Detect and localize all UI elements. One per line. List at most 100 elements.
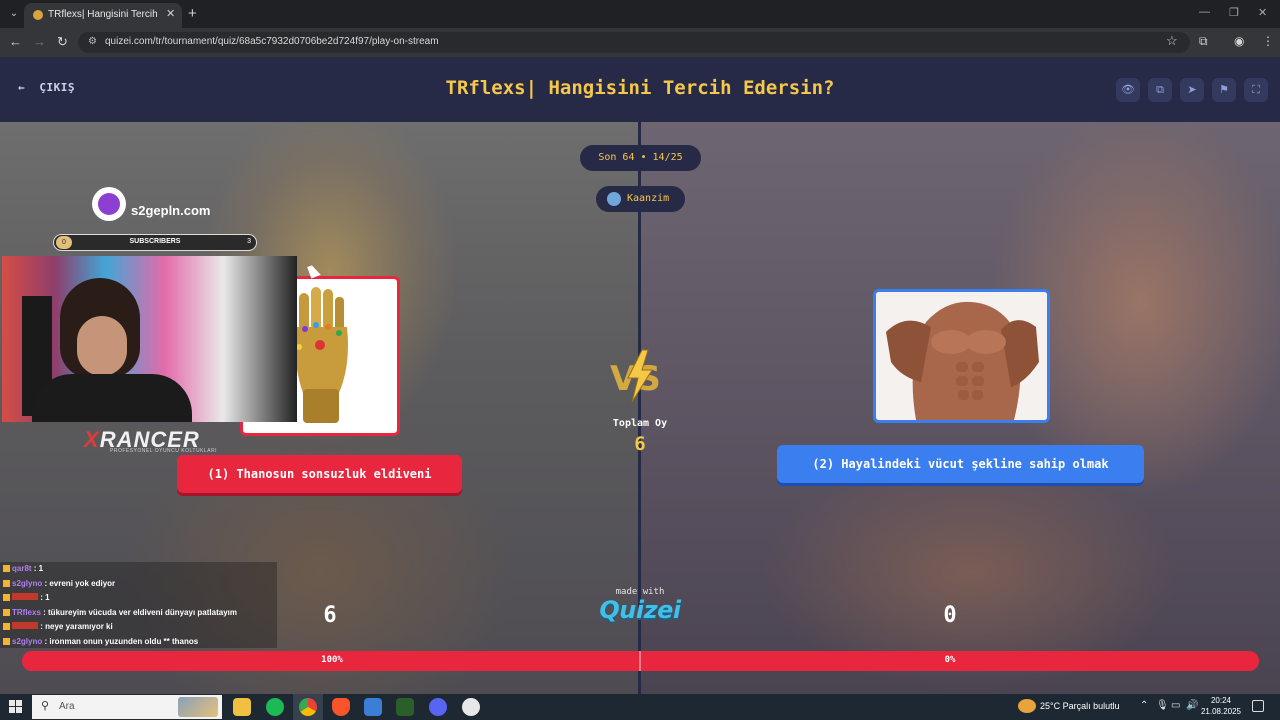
clock-date[interactable]: 21.08.2025 bbox=[1199, 707, 1243, 716]
chat-badge-icon bbox=[3, 608, 10, 616]
chat-message: : 1 bbox=[3, 593, 50, 607]
discord-icon[interactable] bbox=[429, 698, 447, 716]
option-right-label[interactable]: (2) Hayalindeki vücut şekline sahip olma… bbox=[777, 445, 1144, 483]
stream-chat: qar8t : 1 s2glyno : evreni yok ediyor : 1… bbox=[0, 562, 277, 648]
stream-logo-icon bbox=[92, 187, 126, 221]
chat-badge-icon bbox=[3, 565, 10, 572]
reload-icon[interactable]: ↻ bbox=[57, 34, 68, 50]
favicon-icon bbox=[33, 10, 43, 20]
chat-badge-icon bbox=[3, 594, 10, 601]
flag-icon[interactable]: ⚑ bbox=[1212, 78, 1236, 102]
torso-image bbox=[876, 292, 1047, 420]
option-left-label[interactable]: (1) Thanosun sonsuzluk eldiveni bbox=[177, 455, 462, 493]
chat-text: : ironman onun yuzunden oldu ** thanos bbox=[42, 636, 199, 646]
bookmark-star-icon[interactable]: ☆ bbox=[1166, 33, 1178, 49]
username: Kaanzim bbox=[627, 193, 670, 204]
send-icon[interactable]: ➤ bbox=[1180, 78, 1204, 102]
webcam-feed bbox=[2, 256, 297, 422]
tab-search-icon[interactable]: ⌄ bbox=[6, 6, 22, 22]
chat-text: : 1 bbox=[38, 593, 50, 602]
subscriber-goal-max: 3 bbox=[247, 238, 251, 245]
option-left-score: 6 bbox=[323, 603, 337, 628]
app-icon-green[interactable] bbox=[396, 698, 414, 716]
tray-chevron-icon[interactable]: ⌃ bbox=[1140, 700, 1148, 711]
file-explorer-icon[interactable] bbox=[233, 698, 251, 716]
round-badge: Son 64 • 14/25 bbox=[580, 145, 701, 171]
eye-icon[interactable]: 👁 bbox=[1116, 78, 1140, 102]
total-votes-value: 6 bbox=[634, 433, 646, 455]
option-right-score: 0 bbox=[943, 603, 957, 628]
stream-site-name: s2gepln.com bbox=[131, 203, 211, 218]
notification-icon[interactable] bbox=[1252, 700, 1264, 712]
chat-username: s2glyno bbox=[12, 578, 43, 588]
forward-icon[interactable]: → bbox=[33, 34, 46, 49]
chat-message: s2glyno : evreni yok ediyor bbox=[3, 579, 115, 593]
chat-badge-icon bbox=[3, 637, 10, 645]
minimize-icon[interactable]: — bbox=[1199, 6, 1210, 18]
fullscreen-icon[interactable]: ⛶ bbox=[1244, 78, 1268, 102]
menu-icon[interactable]: ⋮ bbox=[1262, 34, 1274, 48]
chat-message: TRflexs : tükureyim vücuda ver eldiveni … bbox=[3, 608, 237, 622]
search-highlight-image bbox=[178, 697, 218, 717]
maximize-icon[interactable]: ❐ bbox=[1229, 6, 1239, 19]
page-title: TRflexs| Hangisini Tercih Edersin? bbox=[445, 77, 835, 99]
sponsor-tagline: PROFESYONEL OYUNCU KOLTUKLARI bbox=[110, 448, 218, 454]
copy-icon[interactable]: ⧉ bbox=[1148, 78, 1172, 102]
chat-message: qar8t : 1 bbox=[3, 564, 43, 578]
subscriber-goal-label: SUBSCRIBERS bbox=[129, 238, 181, 245]
chat-username: TRflexs bbox=[12, 607, 41, 617]
address-bar[interactable]: ⚙ quizei.com/tr/tournament/quiz/68a5c793… bbox=[78, 32, 1190, 53]
globe-icon bbox=[607, 192, 621, 206]
total-votes-label: Toplam Oy bbox=[612, 418, 668, 429]
chrome-icon[interactable] bbox=[299, 698, 317, 716]
clock-time[interactable]: 20:24 bbox=[1201, 696, 1241, 705]
chat-username bbox=[12, 622, 38, 629]
network-icon[interactable]: ▭ bbox=[1171, 700, 1180, 711]
browser-toolbar: ← → ↻ ⚙ quizei.com/tr/tournament/quiz/68… bbox=[0, 28, 1280, 57]
chat-message: s2glyno : ironman onun yuzunden oldu ** … bbox=[3, 637, 198, 651]
tab-close-icon[interactable]: ✕ bbox=[166, 7, 175, 20]
browser-tab[interactable]: TRflexs| Hangisini Tercih Edersin ✕ bbox=[24, 3, 182, 28]
search-icon: ⚲ bbox=[41, 700, 50, 712]
chat-message: : neye yaramıyor ki bbox=[3, 622, 113, 636]
chat-text: : neye yaramıyor ki bbox=[38, 622, 113, 631]
chat-text: : tükureyim vücuda ver eldiveni dünyayı … bbox=[40, 607, 237, 617]
subscriber-goal-bar: 0 SUBSCRIBERS 3 bbox=[53, 234, 257, 251]
chat-username: s2glyno bbox=[12, 636, 43, 646]
quizei-logo[interactable]: Quizei bbox=[590, 596, 690, 624]
app-icon-blue[interactable] bbox=[364, 698, 382, 716]
profile-icon[interactable]: ◉ bbox=[1234, 34, 1244, 48]
back-icon[interactable]: ← bbox=[9, 34, 22, 49]
progress-left-percent: 100% bbox=[321, 655, 343, 665]
chat-username: qar8t bbox=[12, 564, 32, 573]
close-window-icon[interactable]: ✕ bbox=[1258, 6, 1267, 19]
chat-badge-icon bbox=[3, 623, 10, 630]
spotify-icon[interactable] bbox=[266, 698, 284, 716]
option-right-card[interactable] bbox=[873, 289, 1050, 423]
vote-progress-bar: 100% 0% bbox=[22, 651, 1259, 671]
start-icon[interactable] bbox=[9, 700, 23, 714]
microphone-icon[interactable]: 🎙 bbox=[1156, 700, 1169, 711]
search-placeholder: Ara bbox=[59, 701, 75, 712]
vs-lightning-icon: VS bbox=[610, 349, 661, 403]
brave-icon[interactable] bbox=[332, 698, 350, 716]
tab-title: TRflexs| Hangisini Tercih Edersin bbox=[48, 9, 160, 20]
volume-icon[interactable]: 🔊 bbox=[1186, 700, 1198, 711]
chat-text: : evreni yok ediyor bbox=[42, 578, 116, 588]
app-header: ← ÇIKIŞ TRflexs| Hangisini Tercih Edersi… bbox=[0, 57, 1280, 122]
chat-badge-icon bbox=[3, 579, 10, 587]
user-badge: Kaanzim bbox=[596, 186, 685, 212]
progress-midpoint bbox=[639, 651, 641, 671]
browser-tabstrip: ⌄ TRflexs| Hangisini Tercih Edersin ✕ + … bbox=[0, 0, 1280, 28]
windows-taskbar: ⚲ Ara 25°C Parçalı bulutlu ⌃ 🎙 ▭ 🔊 20:24… bbox=[0, 694, 1280, 720]
extensions-icon[interactable]: ⧉ bbox=[1199, 34, 1208, 49]
weather-text[interactable]: 25°C Parçalı bulutlu bbox=[1040, 701, 1120, 711]
weather-icon[interactable] bbox=[1018, 699, 1036, 713]
new-tab-icon[interactable]: + bbox=[188, 5, 197, 22]
url-text: quizei.com/tr/tournament/quiz/68a5c7932d… bbox=[105, 36, 439, 47]
obs-icon[interactable] bbox=[462, 698, 480, 716]
progress-right-percent: 0% bbox=[944, 655, 956, 665]
taskbar-search[interactable]: ⚲ Ara bbox=[32, 695, 222, 719]
chat-text: : 1 bbox=[31, 564, 44, 573]
site-info-icon[interactable]: ⚙ bbox=[88, 36, 100, 48]
